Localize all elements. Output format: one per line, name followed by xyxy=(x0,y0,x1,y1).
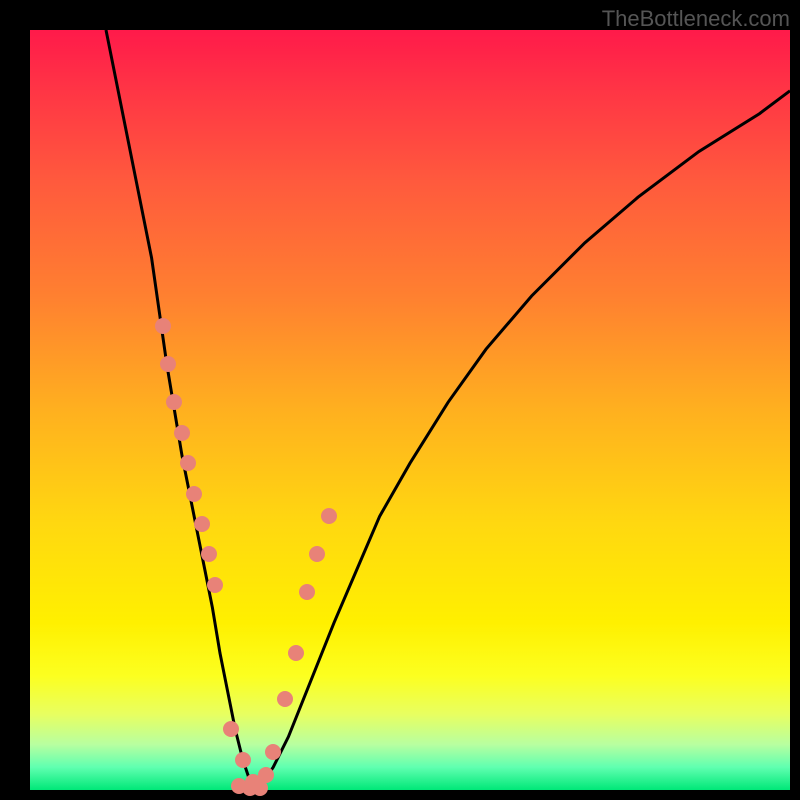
data-point-marker xyxy=(160,356,176,372)
data-point-marker xyxy=(201,546,217,562)
data-markers xyxy=(30,30,790,790)
data-point-marker xyxy=(321,508,337,524)
chart-plot-area xyxy=(30,30,790,790)
data-point-marker xyxy=(166,394,182,410)
data-point-marker xyxy=(194,516,210,532)
data-point-marker xyxy=(174,425,190,441)
data-point-marker xyxy=(309,546,325,562)
data-point-marker xyxy=(299,584,315,600)
data-point-marker xyxy=(277,691,293,707)
data-point-marker xyxy=(252,780,268,796)
watermark-text: TheBottleneck.com xyxy=(602,6,790,32)
data-point-marker xyxy=(223,721,239,737)
data-point-marker xyxy=(180,455,196,471)
data-point-marker xyxy=(186,486,202,502)
data-point-marker xyxy=(207,577,223,593)
data-point-marker xyxy=(155,318,171,334)
data-point-marker xyxy=(265,744,281,760)
data-point-marker xyxy=(288,645,304,661)
data-point-marker xyxy=(235,752,251,768)
